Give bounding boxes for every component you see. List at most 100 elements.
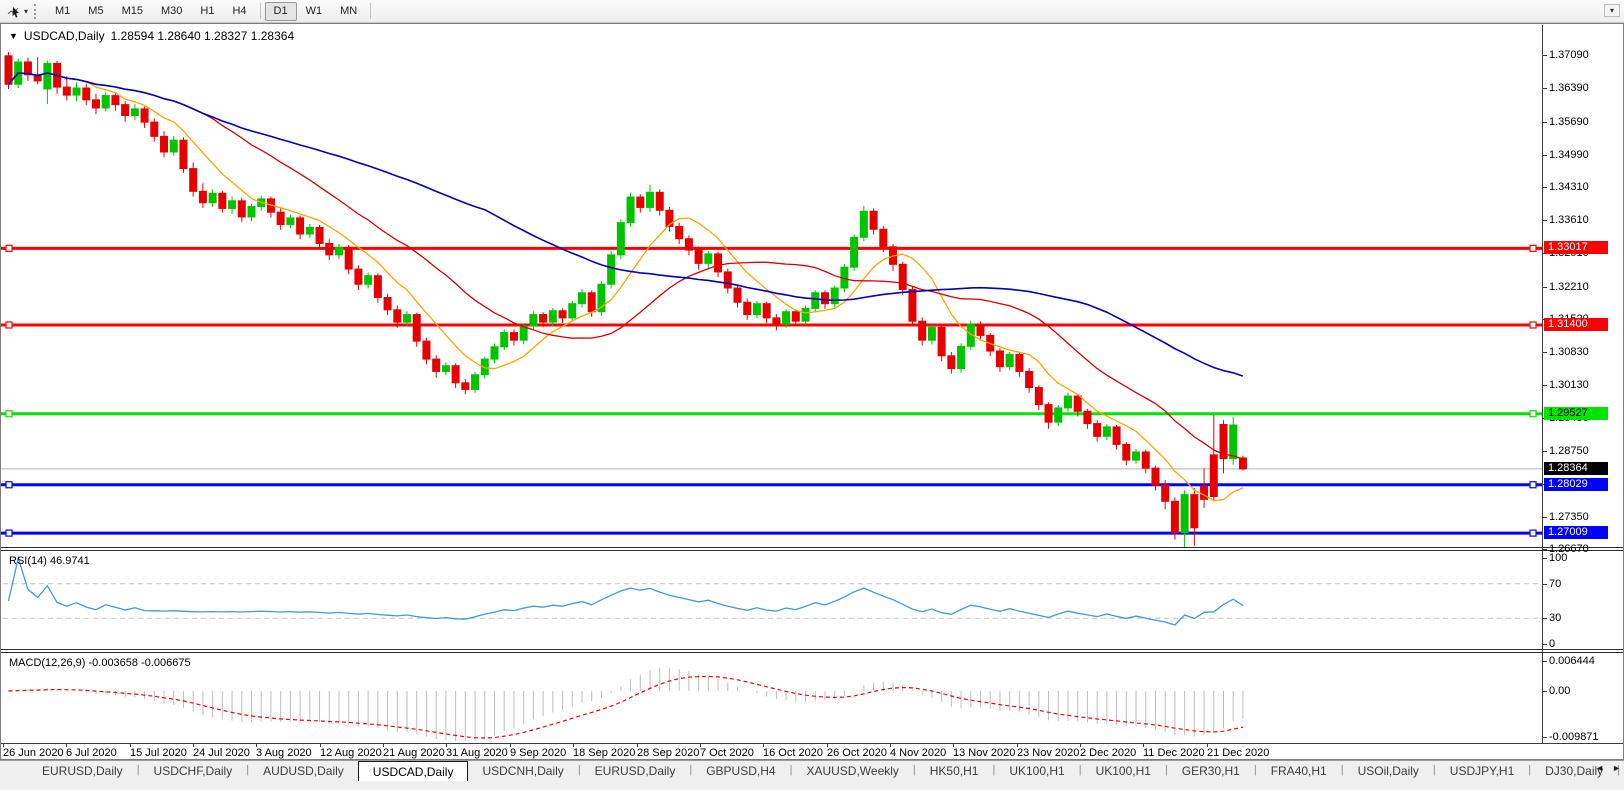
candle-body [569, 304, 576, 318]
candle-body [851, 237, 858, 267]
date-label: 26 Oct 2020 [827, 747, 887, 759]
application-window: ▾ M1M5M15M30H1H4 D1W1MN ▾ ▼ USDCAD,Daily … [0, 0, 1624, 790]
timeframe-button-mn[interactable]: MN [331, 2, 366, 21]
price-tick-mark [1542, 451, 1547, 452]
date-label: 6 Jul 2020 [66, 747, 117, 759]
hline-anchor[interactable] [6, 482, 12, 488]
macd-tick-label: 0.006444 [1549, 655, 1595, 667]
macd-pane[interactable] [1, 653, 1542, 743]
hline-anchor[interactable] [6, 322, 12, 328]
macd-tick-mark [1542, 691, 1547, 692]
chart-tab-uk100-h1[interactable]: UK100,H1 [995, 761, 1078, 781]
chart-tab-usdcad-daily[interactable]: USDCAD,Daily [358, 761, 469, 781]
hline-anchor[interactable] [1530, 411, 1536, 417]
candle-body [92, 100, 99, 108]
timeframe-button-m30[interactable]: M30 [152, 2, 191, 21]
candle-body [802, 308, 809, 321]
candle-body [996, 351, 1003, 367]
candle-body [1064, 396, 1071, 408]
chart-tab-usoil-daily[interactable]: USOil,Daily [1344, 761, 1433, 781]
candle-body [335, 247, 342, 255]
chevron-down-icon[interactable]: ▾ [24, 7, 28, 16]
candle-body [928, 327, 935, 340]
date-label: 26 Jun 2020 [3, 747, 64, 759]
chart-ohlc-values: 1.28594 1.28640 1.28327 1.28364 [111, 29, 295, 43]
date-label: 13 Nov 2020 [953, 747, 1015, 759]
chart-tab-usdchf-daily[interactable]: USDCHF,Daily [140, 761, 247, 781]
chart-tab-usdjpy-h1[interactable]: USDJPY,H1 [1436, 761, 1528, 781]
candle-body [783, 312, 790, 324]
candle-body [647, 192, 654, 207]
candle-body [355, 269, 362, 284]
rsi-pane[interactable] [1, 552, 1542, 649]
cursor-tool-button[interactable]: ▾ [4, 3, 31, 20]
tab-scroll-right-icon[interactable]: ► [1612, 763, 1621, 773]
hline-anchor[interactable] [6, 245, 12, 251]
pane-separator[interactable] [1, 547, 1623, 551]
candle-body [860, 211, 867, 237]
ma-line-50[interactable] [9, 73, 1243, 376]
ma-line-8[interactable] [9, 73, 1243, 501]
timeframe-button-m5[interactable]: M5 [79, 2, 112, 21]
price-tick-label: 1.27350 [1549, 511, 1589, 523]
candle-body [442, 366, 449, 372]
candle-body [530, 315, 537, 326]
chart-tab-audusd-daily[interactable]: AUDUSD,Daily [249, 761, 358, 781]
date-label: 21 Aug 2020 [383, 747, 445, 759]
candle-body [1084, 411, 1091, 423]
chart-tab-hk50-h1[interactable]: HK50,H1 [916, 761, 993, 781]
toolbar-separator [260, 3, 261, 19]
chart-tab-bar: EURUSD,Daily|USDCHF,Daily|AUDUSD,DailyUS… [0, 760, 1624, 781]
candle-body [83, 88, 90, 100]
ma-line-21[interactable] [9, 73, 1243, 459]
timeframe-button-m15[interactable]: M15 [113, 2, 152, 21]
timeframe-button-h1[interactable]: H1 [191, 2, 223, 21]
chart-tab-usdcnh-daily[interactable]: USDCNH,Daily [468, 761, 577, 781]
price-tick-label: 1.34310 [1549, 181, 1589, 193]
date-label: 31 Aug 2020 [446, 747, 508, 759]
candle-body [977, 324, 984, 335]
candle-body [1171, 501, 1178, 532]
date-label: 7 Oct 2020 [700, 747, 754, 759]
candle-body [287, 218, 294, 225]
collapse-icon[interactable]: ▼ [9, 31, 18, 41]
chart-tab-uk100-h1[interactable]: UK100,H1 [1082, 761, 1165, 781]
status-strip [0, 781, 1624, 790]
candle-body [491, 347, 498, 359]
candle-body [423, 341, 430, 359]
candle-body [384, 298, 391, 310]
hline-anchor[interactable] [1530, 530, 1536, 536]
candle-body [151, 122, 158, 136]
hline-anchor[interactable] [1530, 482, 1536, 488]
candle-body [199, 191, 206, 202]
chart-tab-fra40-h1[interactable]: FRA40,H1 [1257, 761, 1341, 781]
hline-anchor[interactable] [6, 530, 12, 536]
toolbar-grip[interactable] [34, 4, 40, 19]
timeframe-button-h4[interactable]: H4 [223, 2, 255, 21]
timeframe-button-m1[interactable]: M1 [46, 2, 79, 21]
chart-tab-eurusd-daily[interactable]: EURUSD,Daily [28, 761, 137, 781]
candle-body [773, 318, 780, 324]
candle-body [588, 293, 595, 312]
timeframe-button-d1[interactable]: D1 [265, 2, 297, 21]
toolbar-overflow-button[interactable]: ▾ [1604, 4, 1620, 17]
hline-anchor[interactable] [1530, 322, 1536, 328]
candle-body [1094, 424, 1101, 437]
chart-tab-eurusd-daily[interactable]: EURUSD,Daily [581, 761, 690, 781]
main-price-chart[interactable] [1, 43, 1542, 547]
chart-tab-ger30-h1[interactable]: GER30,H1 [1168, 761, 1254, 781]
hline-anchor[interactable] [1530, 245, 1536, 251]
candle-body [627, 197, 634, 223]
price-tick-mark [1542, 352, 1547, 353]
hline-anchor[interactable] [6, 411, 12, 417]
chart-tab-xauusd-weekly[interactable]: XAUUSD,Weekly [792, 761, 912, 781]
tab-scroll-left-icon[interactable]: ◄ [1595, 763, 1604, 773]
timeframe-button-w1[interactable]: W1 [297, 2, 332, 21]
chart-tab-gbpusd-h4[interactable]: GBPUSD,H4 [692, 761, 789, 781]
price-tick-label: 1.34990 [1549, 149, 1589, 161]
candle-body [821, 293, 828, 304]
candle-body [1074, 396, 1081, 411]
tab-scroll-buttons: ◄ ► [1595, 763, 1621, 773]
chart-title: ▼ USDCAD,Daily 1.28594 1.28640 1.28327 1… [9, 29, 294, 43]
candle-body [404, 315, 411, 323]
